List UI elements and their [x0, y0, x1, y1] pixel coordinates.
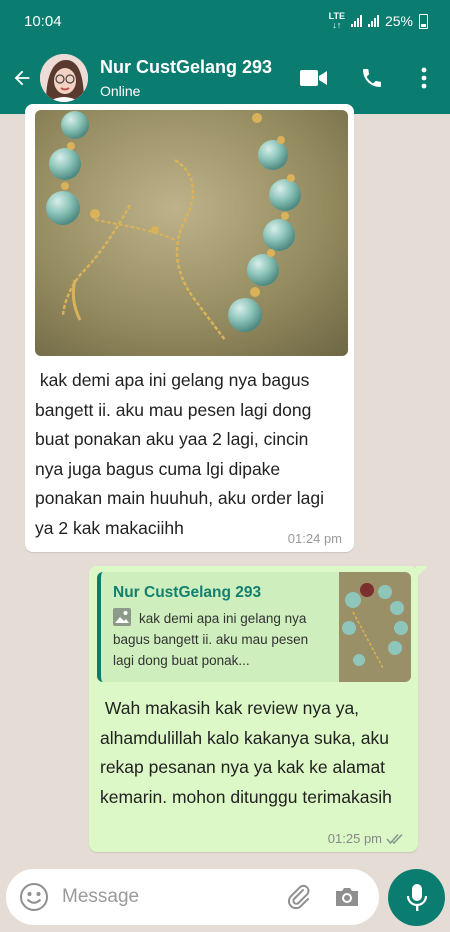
message-input[interactable] — [62, 886, 262, 908]
incoming-message-time: 01:24 pm — [287, 531, 342, 546]
bracelet-image — [35, 110, 348, 356]
back-arrow-icon — [14, 70, 30, 86]
battery-icon — [419, 13, 428, 29]
status-bar: 10:04 LTE ↓↑ 25% — [0, 0, 450, 42]
contact-presence: Online — [100, 83, 141, 99]
incoming-message-text: kak demi apa ini gelang nya bagus banget… — [35, 370, 329, 538]
outgoing-message-meta: 01:25 pm — [328, 831, 406, 846]
quoted-reply[interactable]: Nur CustGelang 293 kak demi apa ini gela… — [97, 572, 411, 682]
avatar[interactable] — [40, 54, 88, 102]
battery-percent: 25% — [384, 13, 413, 29]
emoji-icon — [20, 883, 48, 911]
contact-name: Nur CustGelang 293 — [100, 57, 273, 77]
outgoing-message-text: Wah makasih kak review nya ya, alhamduli… — [100, 698, 394, 807]
contact-info[interactable]: Nur CustGelang 293 Online — [100, 57, 272, 99]
emoji-button[interactable] — [14, 877, 54, 917]
outgoing-message[interactable]: Nur CustGelang 293 kak demi apa ini gela… — [89, 566, 428, 852]
paperclip-icon — [288, 884, 310, 910]
double-check-icon — [386, 833, 403, 844]
status-time: 10:04 — [24, 12, 62, 30]
video-call-button[interactable] — [294, 58, 334, 98]
signal-icon — [350, 15, 362, 27]
voice-message-button[interactable] — [388, 869, 445, 926]
bracelet-photo[interactable] — [35, 110, 348, 356]
camera-icon — [336, 888, 358, 906]
voice-call-button[interactable] — [352, 58, 392, 98]
back-button[interactable] — [2, 58, 42, 98]
status-indicators: LTE ↓↑ 25% — [329, 12, 428, 30]
quoted-sender: Nur CustGelang 293 — [113, 584, 262, 601]
message-composer — [6, 869, 379, 925]
quoted-text: kak demi apa ini gelang nya bagus banget… — [113, 611, 309, 668]
avatar-photo — [40, 54, 88, 102]
network-label: LTE — [328, 11, 345, 21]
more-vert-icon — [421, 67, 427, 89]
microphone-icon — [406, 883, 427, 911]
camera-button[interactable] — [329, 879, 365, 915]
incoming-message[interactable]: kak demi apa ini gelang nya bagus banget… — [25, 104, 354, 552]
phone-icon — [363, 69, 381, 87]
video-camera-icon — [300, 70, 327, 86]
signal-icon-2 — [367, 15, 379, 27]
header-actions — [276, 58, 450, 98]
attach-button[interactable] — [281, 879, 317, 915]
network-type: LTE ↓↑ — [328, 11, 345, 30]
quoted-thumbnail — [339, 572, 411, 682]
outgoing-message-time: 01:25 pm — [327, 831, 382, 846]
more-options-button[interactable] — [404, 58, 444, 98]
